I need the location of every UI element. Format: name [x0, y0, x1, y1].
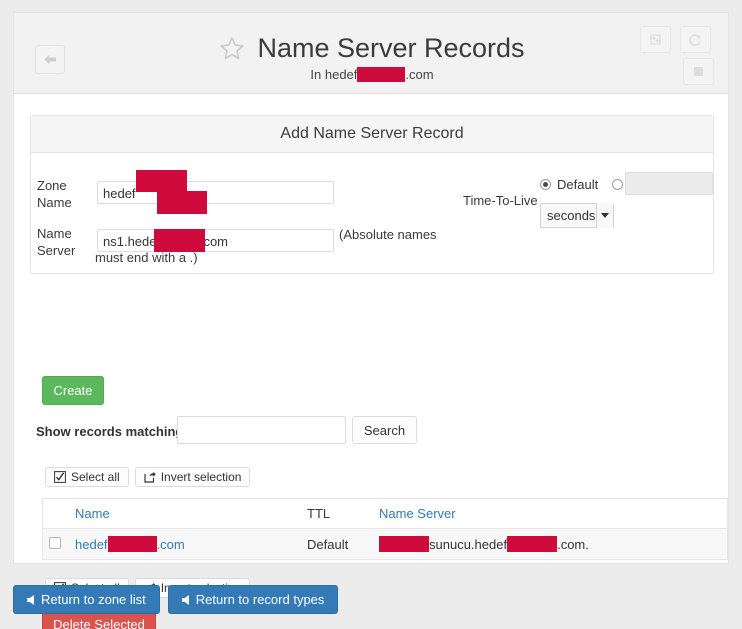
hint-line2: must end with a .) — [95, 250, 198, 265]
invert-selection-label-top: Invert selection — [161, 470, 242, 484]
ttl-label: Time-To-Live — [463, 193, 538, 208]
table-header-row: Name TTL Name Server — [43, 499, 727, 529]
row-ttl-cell: Default — [301, 529, 373, 560]
row-name-server-cell: sunucu.hedef .com. — [373, 529, 727, 560]
zone-name-label-line2: Name — [37, 195, 72, 210]
redaction-zone-name-1 — [136, 170, 187, 192]
table-header-ttl: TTL — [301, 499, 373, 529]
ttl-default-radio[interactable] — [540, 179, 551, 190]
stop-button[interactable] — [683, 58, 714, 85]
checkbox-checked-icon — [54, 471, 66, 483]
row-ns-suffix: .com. — [557, 537, 589, 552]
selection-toolbar-top: Select all Invert selection — [45, 467, 250, 487]
page-title: Name Server Records — [257, 33, 524, 63]
ttl-unit-caret — [596, 203, 613, 228]
subtitle-suffix: .com — [405, 67, 433, 82]
table-header-checkbox — [43, 499, 69, 529]
star-outline-icon[interactable] — [219, 36, 245, 61]
search-input[interactable] — [177, 416, 346, 444]
add-record-heading: Add Name Server Record — [31, 116, 713, 153]
hint-line1: (Absolute names — [339, 227, 437, 242]
ttl-unit-value: seconds — [547, 208, 595, 223]
subtitle-prefix: In hedef — [310, 67, 357, 82]
absolute-names-hint: (Absolute names — [339, 226, 459, 243]
zone-name-label-line1: Zone — [37, 178, 67, 193]
row-checkbox-cell — [43, 529, 69, 560]
row-name-suffix[interactable]: .com — [157, 537, 185, 552]
name-server-label-line1: Name — [37, 226, 72, 241]
table-header-name-server[interactable]: Name Server — [373, 499, 727, 529]
create-button[interactable]: Create — [42, 376, 104, 405]
refresh-icon — [688, 33, 702, 47]
records-table: Name TTL Name Server hedef .com Default — [42, 498, 728, 560]
name-server-label: Name Server — [37, 225, 97, 259]
title-block: Name Server Records In hedef .com — [14, 33, 730, 82]
footer-buttons: Return to zone list Return to record typ… — [13, 585, 338, 614]
header-tools — [640, 26, 714, 85]
name-server-label-line2: Server — [37, 243, 75, 258]
return-to-zone-list-button[interactable]: Return to zone list — [13, 585, 160, 614]
return-to-record-types-button[interactable]: Return to record types — [168, 585, 339, 614]
page-header: Name Server Records In hedef .com — [13, 12, 729, 94]
redaction-row-name — [108, 536, 157, 552]
return-to-zone-list-label: Return to zone list — [41, 592, 146, 607]
transfer-button[interactable] — [640, 26, 671, 53]
ttl-unit-select[interactable]: seconds — [540, 203, 614, 228]
row-checkbox[interactable] — [49, 537, 61, 549]
zone-name-input[interactable]: hedef .com — [97, 181, 334, 204]
zone-name-label: Zone Name — [37, 177, 97, 211]
page-root: Name Server Records In hedef .com — [0, 0, 742, 629]
select-all-label-top: Select all — [71, 470, 120, 484]
redaction-row-ns-1 — [379, 536, 429, 552]
absolute-names-hint-2: must end with a .) — [95, 249, 295, 266]
ttl-default-label: Default — [557, 177, 598, 192]
transfer-icon — [649, 34, 662, 45]
redaction-row-ns-2 — [507, 536, 557, 552]
search-label: Show records matching: — [36, 424, 188, 439]
search-button[interactable]: Search — [352, 416, 417, 444]
arrow-left-icon — [182, 595, 189, 605]
stop-icon — [692, 65, 705, 78]
redaction-subtitle — [357, 67, 405, 82]
row-ns-mid: sunucu.hedef — [429, 537, 507, 552]
redaction-zone-name-2 — [157, 191, 207, 214]
table-row: hedef .com Default sunucu.hedef .com. — [43, 529, 727, 560]
ttl-custom-radio[interactable] — [612, 179, 623, 190]
return-to-record-types-label: Return to record types — [196, 592, 325, 607]
invert-selection-button-top[interactable]: Invert selection — [135, 467, 251, 487]
ttl-custom-input[interactable] — [625, 172, 713, 195]
page-subtitle: In hedef .com — [14, 67, 730, 82]
table-header-name[interactable]: Name — [69, 499, 301, 529]
refresh-button[interactable] — [680, 26, 711, 53]
share-square-icon — [144, 471, 156, 483]
add-record-body: Zone Name hedef .com Name Server ns1.hed… — [31, 153, 713, 273]
add-record-panel: Add Name Server Record Zone Name hedef .… — [30, 115, 714, 274]
row-name-cell: hedef .com — [69, 529, 301, 560]
select-all-button-top[interactable]: Select all — [45, 467, 129, 487]
ttl-radio-group: Default — [540, 177, 623, 192]
main-content-panel: Add Name Server Record Zone Name hedef .… — [13, 94, 729, 564]
row-name-prefix[interactable]: hedef — [75, 537, 108, 552]
arrow-left-icon — [27, 595, 34, 605]
